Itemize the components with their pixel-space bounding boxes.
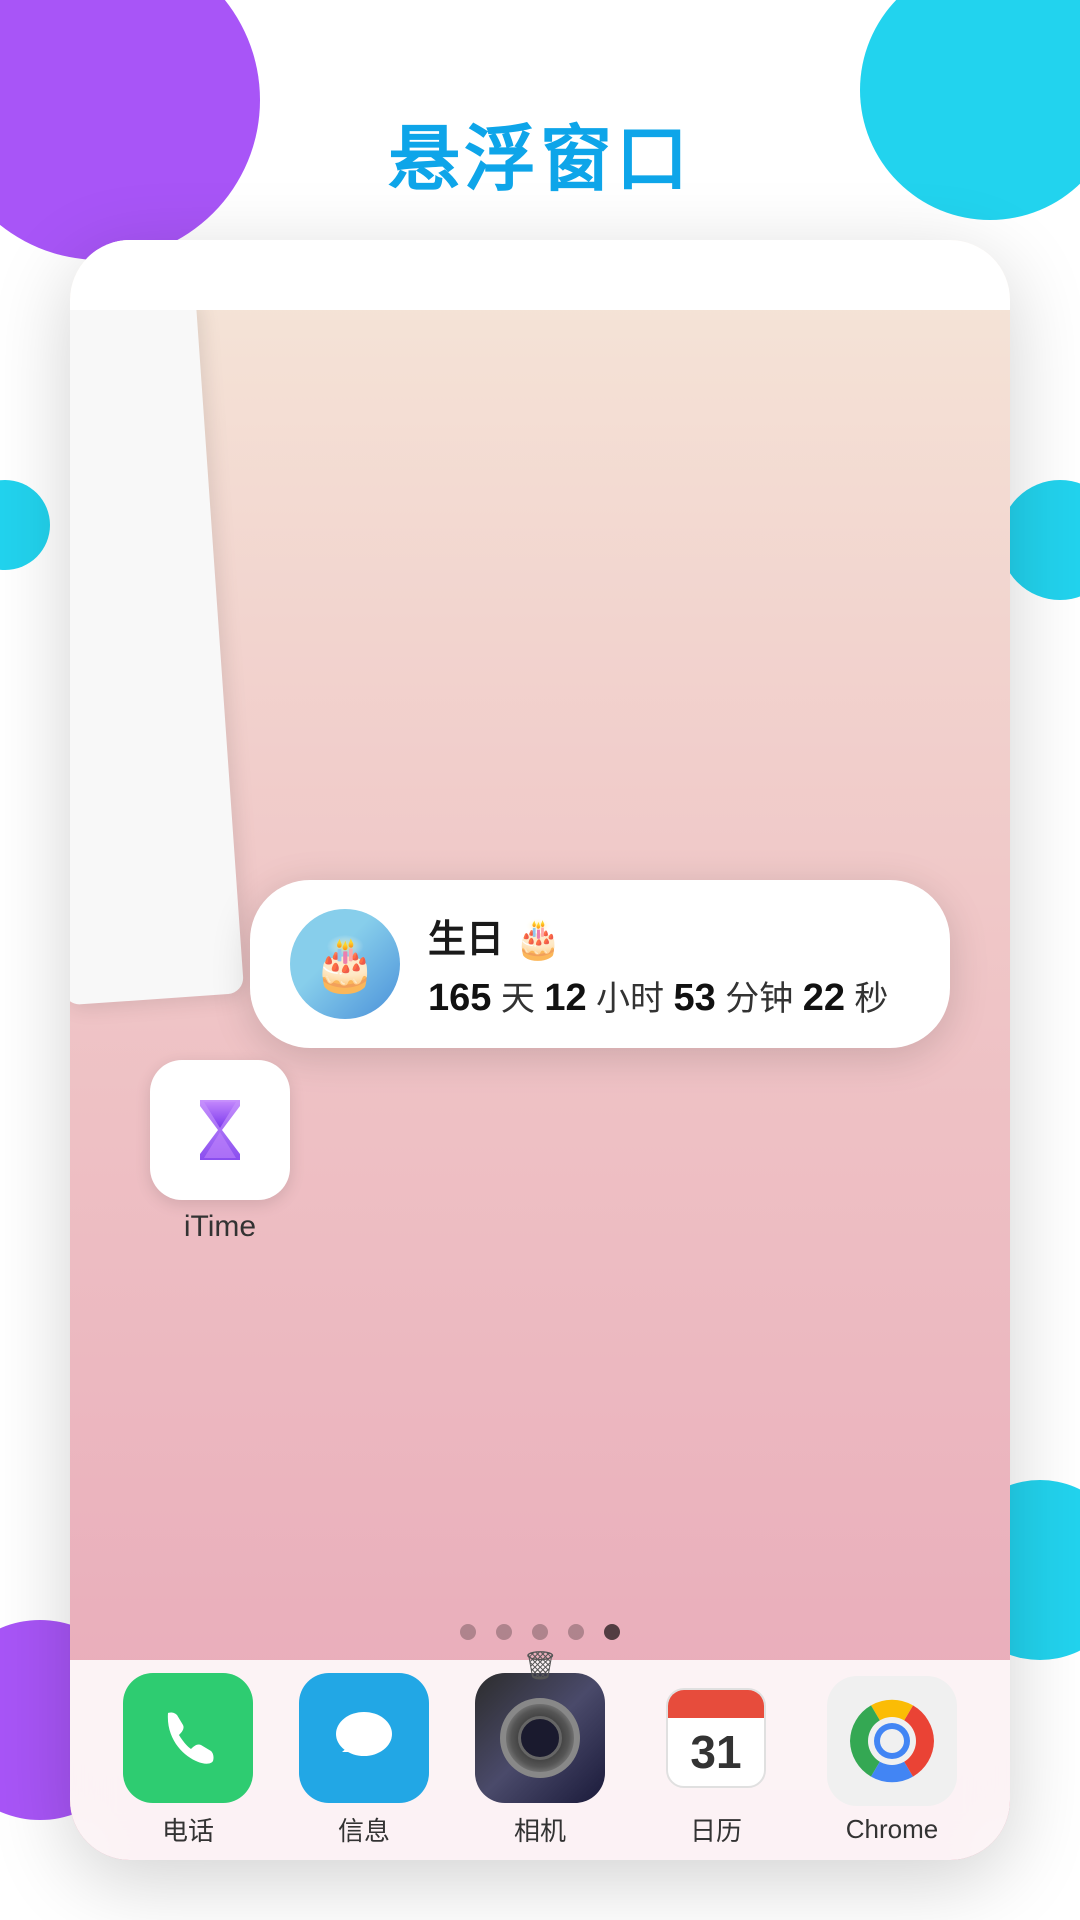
page-title: 悬浮窗口: [0, 100, 1080, 205]
dock-item-chrome[interactable]: Chrome: [827, 1676, 957, 1845]
widget-title: 生日 🎂: [428, 908, 910, 963]
dock-item-calendar[interactable]: 31 日历: [651, 1673, 781, 1848]
page-dots: [70, 1624, 1010, 1640]
dock-item-messages[interactable]: 信息: [299, 1673, 429, 1848]
widget-countdown: 165 天 12 小时 53 分钟 22 秒: [428, 971, 910, 1020]
dot-3[interactable]: [532, 1624, 548, 1640]
chrome-icon: [847, 1696, 937, 1786]
widget-avatar: 🎂: [290, 909, 400, 1019]
camera-lens-inner: [518, 1716, 562, 1760]
calendar-header: [668, 1690, 764, 1718]
dock: 电话 信息 🗑 相机: [70, 1660, 1010, 1860]
phone-icon: [153, 1703, 223, 1773]
dock-item-phone[interactable]: 电话: [123, 1673, 253, 1848]
hourglass-icon: [180, 1090, 260, 1170]
phone-topbar: [70, 240, 1010, 310]
camera-label: 相机: [514, 1811, 566, 1848]
trash-icon: 🗑: [522, 1649, 558, 1682]
messages-label: 信息: [338, 1811, 390, 1848]
bg-blob-cyan-rm: [1000, 480, 1080, 600]
bg-blob-cyan-lm: [0, 480, 50, 570]
calendar-app-icon: 31: [651, 1673, 781, 1803]
dot-5-active[interactable]: [604, 1624, 620, 1640]
calendar-label: 日历: [690, 1811, 742, 1848]
calendar-body: 31: [668, 1718, 764, 1786]
calendar-box: 31: [666, 1688, 766, 1788]
floating-widget[interactable]: 🎂 生日 🎂 165 天 12 小时 53 分钟 22 秒: [250, 880, 950, 1048]
phone-mockup: 🎂 生日 🎂 165 天 12 小时 53 分钟 22 秒: [70, 240, 1010, 1860]
widget-content: 生日 🎂 165 天 12 小时 53 分钟 22 秒: [428, 908, 910, 1020]
itime-label: iTime: [184, 1210, 256, 1244]
phone-screen: 🎂 生日 🎂 165 天 12 小时 53 分钟 22 秒: [70, 240, 1010, 1860]
itime-icon-box: [150, 1060, 290, 1200]
camera-app-icon: 🗑: [475, 1673, 605, 1803]
dock-item-camera[interactable]: 🗑 相机: [475, 1673, 605, 1848]
messages-icon: [324, 1698, 404, 1778]
dot-2[interactable]: [496, 1624, 512, 1640]
paper-layer: [70, 295, 244, 1006]
phone-label: 电话: [162, 1811, 214, 1848]
itime-app-icon[interactable]: iTime: [150, 1060, 290, 1244]
messages-app-icon: [299, 1673, 429, 1803]
chrome-label: Chrome: [846, 1814, 938, 1845]
dot-1[interactable]: [460, 1624, 476, 1640]
dot-4[interactable]: [568, 1624, 584, 1640]
camera-lens: [500, 1698, 580, 1778]
phone-app-icon: [123, 1673, 253, 1803]
chrome-app-icon: [827, 1676, 957, 1806]
